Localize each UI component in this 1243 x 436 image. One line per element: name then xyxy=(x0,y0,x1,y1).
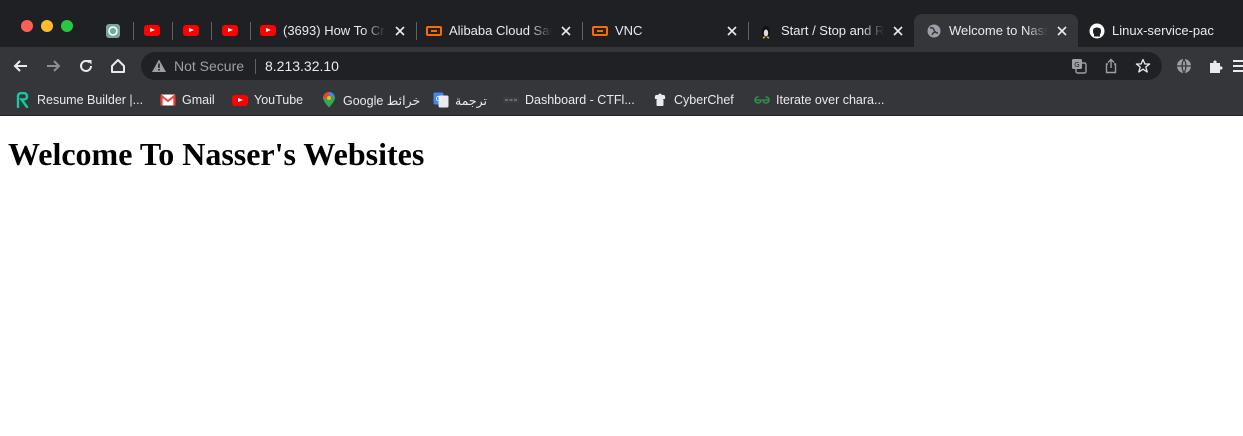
tab-strip: (3693) How To Cr Alibaba Cloud Sau VNC S… xyxy=(0,0,1243,47)
bookmark-geeksforgeeks[interactable]: Iterate over chara... xyxy=(754,90,884,110)
tab-github[interactable]: Linux-service-pac xyxy=(1089,14,1243,47)
tab-alibaba-cloud[interactable]: Alibaba Cloud Sau xyxy=(426,14,574,47)
bookmark-cyberchef[interactable]: CyberChef xyxy=(652,90,734,110)
tab-welcome-active[interactable]: Welcome to Nass xyxy=(914,14,1078,47)
share-icon[interactable] xyxy=(1103,58,1119,74)
youtube-icon xyxy=(144,23,160,39)
google-maps-icon xyxy=(321,92,337,108)
close-tab-icon[interactable] xyxy=(724,23,740,39)
close-tab-icon[interactable] xyxy=(392,23,408,39)
page-heading: Welcome To Nasser's Websites xyxy=(8,136,425,172)
bookmark-label: Google خرائط xyxy=(343,93,421,108)
menu-button[interactable] xyxy=(1232,54,1243,78)
browser-toolbar: Not Secure 8.213.32.10 G xyxy=(0,47,1243,85)
tab-title: Start / Stop and R xyxy=(781,23,884,38)
tab-pinned-youtube-1[interactable] xyxy=(142,14,162,47)
tab-separator xyxy=(416,22,417,40)
arrow-right-icon xyxy=(47,60,61,72)
tab-pinned-chatgpt[interactable] xyxy=(103,14,123,47)
bookmark-gmail[interactable]: Gmail xyxy=(160,90,215,110)
svg-text:G: G xyxy=(436,95,441,103)
tab-title: Alibaba Cloud Sau xyxy=(449,23,552,38)
tab-separator xyxy=(748,22,749,40)
extensions-button[interactable] xyxy=(1204,54,1228,78)
vpn-extension-button[interactable] xyxy=(1172,54,1196,78)
geeksforgeeks-icon xyxy=(754,92,770,108)
close-window-button[interactable] xyxy=(21,20,33,32)
tab-start-stop[interactable]: Start / Stop and R xyxy=(758,14,906,47)
close-tab-icon[interactable] xyxy=(890,23,906,39)
bookmark-label: Iterate over chara... xyxy=(776,93,885,107)
home-button[interactable] xyxy=(106,54,130,78)
cyberchef-icon xyxy=(652,92,668,108)
reload-button[interactable] xyxy=(74,54,98,78)
bookmark-ctf-dashboard[interactable]: Dashboard - CTFl... xyxy=(503,90,635,110)
tab-vnc[interactable]: VNC xyxy=(592,14,740,47)
linux-tux-icon xyxy=(758,23,774,39)
puzzle-icon xyxy=(1210,60,1223,73)
bookmark-star-icon[interactable] xyxy=(1135,58,1151,74)
youtube-icon xyxy=(222,23,238,39)
bookmark-label: Gmail xyxy=(182,93,215,107)
tab-pinned-youtube-3[interactable] xyxy=(220,14,240,47)
tab-separator xyxy=(582,22,583,40)
close-tab-icon[interactable] xyxy=(1054,23,1070,39)
tab-youtube-video[interactable]: (3693) How To Cr xyxy=(260,14,408,47)
bookmark-label: Resume Builder |... xyxy=(37,93,144,107)
github-icon xyxy=(1089,23,1105,39)
alibaba-cloud-icon xyxy=(592,23,608,39)
gmail-icon xyxy=(160,92,176,108)
bookmark-translate[interactable]: G ترجمة xyxy=(433,90,487,110)
back-button[interactable] xyxy=(9,54,33,78)
url-text[interactable]: 8.213.32.10 xyxy=(265,58,339,74)
bookmark-label: YouTube xyxy=(254,93,304,107)
ctf-icon xyxy=(503,92,519,108)
resume-builder-icon xyxy=(15,92,31,108)
youtube-icon xyxy=(232,92,248,108)
tab-pinned-youtube-2[interactable] xyxy=(181,14,201,47)
chatgpt-icon xyxy=(105,23,121,39)
bookmark-youtube[interactable]: YouTube xyxy=(232,90,303,110)
tab-separator xyxy=(211,22,212,40)
globe-extension-icon xyxy=(1177,58,1191,75)
tab-separator xyxy=(172,22,173,40)
youtube-icon xyxy=(260,23,276,39)
forward-button[interactable] xyxy=(41,54,65,78)
close-tab-icon[interactable] xyxy=(558,23,574,39)
warning-icon[interactable] xyxy=(151,58,167,74)
tab-title: Linux-service-pac xyxy=(1112,23,1214,38)
youtube-icon xyxy=(183,23,199,39)
svg-text:G: G xyxy=(1074,61,1079,69)
reload-icon xyxy=(80,59,92,72)
omnibox-divider xyxy=(255,59,256,74)
tab-separator xyxy=(133,22,134,40)
home-icon xyxy=(111,59,125,73)
tab-title: VNC xyxy=(615,23,643,38)
menu-icon xyxy=(1233,60,1243,72)
bookmark-google-maps[interactable]: Google خرائط xyxy=(321,90,420,110)
security-status-label[interactable]: Not Secure xyxy=(174,58,244,74)
address-bar[interactable]: Not Secure 8.213.32.10 G xyxy=(141,52,1162,80)
minimize-window-button[interactable] xyxy=(41,20,53,32)
arrow-left-icon xyxy=(13,60,27,72)
fullscreen-window-button[interactable] xyxy=(61,20,73,32)
bookmark-resume-builder[interactable]: Resume Builder |... xyxy=(15,90,143,110)
alibaba-cloud-icon xyxy=(426,23,442,39)
bookmark-label: CyberChef xyxy=(674,93,734,107)
globe-icon xyxy=(926,23,942,39)
tab-separator xyxy=(250,22,251,40)
google-translate-icon: G xyxy=(433,92,449,108)
tab-title: Welcome to Nass xyxy=(949,23,1048,38)
bookmark-label: Dashboard - CTFl... xyxy=(525,93,635,107)
translate-icon[interactable]: G xyxy=(1071,58,1087,74)
bookmark-label: ترجمة xyxy=(455,93,488,108)
tab-title: (3693) How To Cr xyxy=(283,23,385,38)
bookmarks-bar: Resume Builder |... Gmail YouTube Google… xyxy=(0,85,1243,116)
